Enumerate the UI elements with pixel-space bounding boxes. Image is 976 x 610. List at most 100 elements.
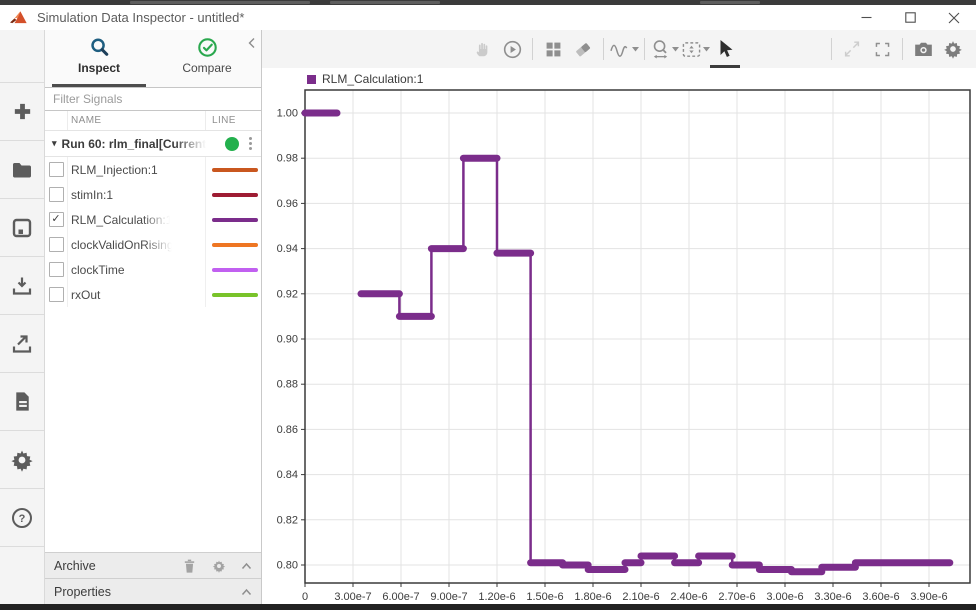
signal-name: stimIn:1 (68, 188, 113, 202)
tab-inspect[interactable]: Inspect (45, 30, 153, 87)
zoom-x-icon (651, 39, 671, 60)
signal-wave-icon (609, 40, 631, 58)
window-bottom-edge (0, 604, 976, 610)
chevron-left-icon (247, 37, 256, 49)
run-expand-caret[interactable]: ▾ (52, 138, 57, 149)
gear-icon (943, 39, 963, 59)
collapse-panel-button[interactable] (247, 36, 256, 54)
svg-text:0.88: 0.88 (277, 379, 298, 391)
signal-list: RLM_Injection:1 stimIn:1 ✓ RLM_Calculati… (45, 157, 261, 307)
create-report-button[interactable] (0, 373, 44, 431)
fullscreen-brackets-icon (873, 40, 892, 59)
plot-toolbar (262, 30, 976, 68)
open-button[interactable] (0, 141, 44, 199)
signal-checkbox[interactable] (49, 162, 64, 177)
chevron-up-icon[interactable] (241, 588, 252, 596)
trash-icon[interactable] (182, 558, 197, 574)
svg-text:0.96: 0.96 (277, 198, 298, 210)
tab-compare[interactable]: Compare (153, 30, 261, 87)
signal-row[interactable]: stimIn:1 (45, 182, 261, 207)
chevron-down-icon (632, 47, 639, 52)
plot-settings-button[interactable] (938, 30, 968, 68)
plot-area[interactable]: RLM_Calculation:1 1.000.980.960.940.920.… (262, 68, 976, 604)
hand-pan-icon (472, 39, 492, 59)
tab-compare-label: Compare (182, 61, 231, 75)
signal-row[interactable]: ✓ RLM_Calculation:1 (45, 207, 261, 232)
close-button[interactable] (932, 5, 976, 30)
archive-section-header[interactable]: Archive (45, 552, 261, 578)
snapshot-button[interactable] (908, 30, 938, 68)
signal-row[interactable]: rxOut (45, 282, 261, 307)
check-circle-icon (197, 37, 218, 58)
report-document-icon (11, 390, 34, 413)
fit-to-view-button[interactable] (680, 30, 710, 68)
svg-text:0.92: 0.92 (277, 288, 298, 300)
replay-button[interactable] (497, 30, 527, 68)
chevron-down-icon (703, 47, 710, 52)
play-circle-icon (502, 39, 523, 60)
svg-text:0.90: 0.90 (277, 334, 298, 346)
filter-signals-input[interactable] (45, 87, 261, 111)
matlab-logo-icon (10, 10, 28, 25)
chevron-up-icon[interactable] (241, 562, 252, 570)
subplot-layout-button[interactable] (538, 30, 568, 68)
save-button[interactable] (0, 199, 44, 257)
export-button[interactable] (0, 315, 44, 373)
run-status-dot (225, 137, 239, 151)
signal-checkbox[interactable] (49, 237, 64, 252)
svg-text:0.86: 0.86 (277, 424, 298, 436)
maximize-button[interactable] (888, 5, 932, 30)
svg-text:1.80e-6: 1.80e-6 (574, 591, 611, 603)
run-row[interactable]: ▾ Run 60: rlm_final[Current (45, 131, 261, 157)
window-title: Simulation Data Inspector - untitled* (37, 10, 244, 25)
signal-name: rxOut (68, 288, 100, 302)
signal-row[interactable]: clockValidOnRising (45, 232, 261, 257)
plot-legend: RLM_Calculation:1 (307, 72, 423, 86)
column-header-line: LINE (205, 111, 261, 130)
run-menu-button[interactable] (249, 137, 252, 150)
svg-text:2.10e-6: 2.10e-6 (622, 591, 659, 603)
run-label: Run 60: rlm_final[Current (62, 137, 207, 151)
signal-checkbox[interactable] (49, 187, 64, 202)
svg-text:1.20e-6: 1.20e-6 (478, 591, 515, 603)
clear-plots-button[interactable] (568, 30, 598, 68)
signal-checkbox[interactable]: ✓ (49, 212, 64, 227)
svg-text:0: 0 (302, 591, 308, 603)
fullscreen-button[interactable] (867, 30, 897, 68)
svg-text:3.30e-6: 3.30e-6 (814, 591, 851, 603)
cursor-select-button[interactable] (710, 30, 740, 68)
svg-text:9.00e-7: 9.00e-7 (430, 591, 467, 603)
pop-out-button[interactable] (837, 30, 867, 68)
signal-line-swatch (212, 168, 258, 172)
svg-text:0.98: 0.98 (277, 153, 298, 165)
archive-label: Archive (54, 559, 96, 573)
svg-text:0.84: 0.84 (277, 469, 298, 481)
layout-grid-icon (544, 40, 563, 59)
svg-text:3.00e-7: 3.00e-7 (334, 591, 371, 603)
signal-line-swatch (212, 193, 258, 197)
eraser-icon (573, 39, 593, 59)
signal-row[interactable]: clockTime (45, 257, 261, 282)
preferences-button[interactable] (0, 431, 44, 489)
zoom-x-button[interactable] (650, 30, 680, 68)
signal-name: clockTime (68, 263, 125, 277)
import-button[interactable] (0, 257, 44, 315)
signal-checkbox[interactable] (49, 287, 64, 302)
signal-name: clockValidOnRising (68, 238, 174, 252)
svg-text:0.94: 0.94 (277, 243, 298, 255)
panel-tabs: Inspect Compare (45, 30, 261, 87)
plot-svg[interactable]: 1.000.980.960.940.920.900.880.860.840.82… (262, 68, 976, 604)
expand-arrows-icon (842, 39, 862, 59)
signal-table-header: NAME LINE (45, 111, 261, 131)
help-button[interactable]: ? (0, 489, 44, 547)
fit-to-view-icon (681, 40, 702, 59)
properties-section-header[interactable]: Properties (45, 578, 261, 604)
signal-line-swatch (212, 268, 258, 272)
archive-settings-gear-icon[interactable] (212, 559, 226, 573)
signal-row[interactable]: RLM_Injection:1 (45, 157, 261, 182)
new-button[interactable] (0, 83, 44, 141)
signal-trace-options-button[interactable] (609, 30, 639, 68)
minimize-button[interactable] (844, 5, 888, 30)
signal-checkbox[interactable] (49, 262, 64, 277)
pan-button[interactable] (467, 30, 497, 68)
